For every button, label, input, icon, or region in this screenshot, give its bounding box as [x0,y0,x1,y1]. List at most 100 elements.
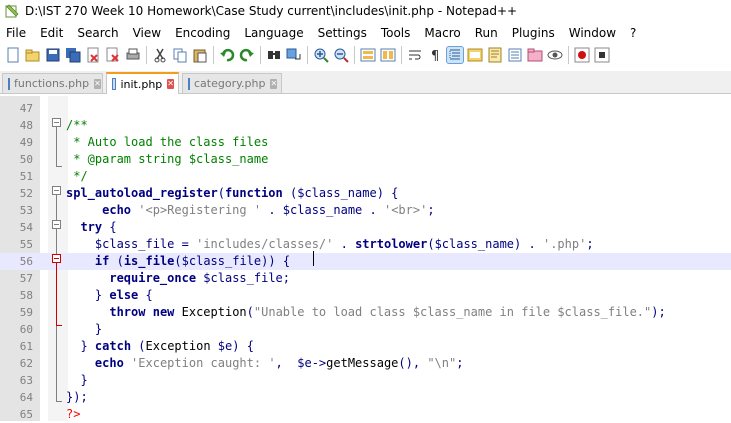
folder-workspace-icon[interactable] [527,47,543,63]
code-line[interactable]: 55 $class_file = 'includes/classes/' . s… [0,236,731,253]
cut-icon[interactable] [152,47,168,63]
code-token: . [340,237,348,251]
close-tab-icon[interactable]: ✕ [270,78,278,89]
monitoring-icon[interactable] [547,47,563,63]
menu-edit[interactable]: Edit [33,26,70,40]
code-token: $class_file [94,237,175,251]
code-line[interactable]: 64}); [0,389,731,406]
code-line[interactable]: 47 [0,100,731,117]
code-line[interactable]: 52 spl_autoload_register(function ($class… [0,185,731,202]
code-line[interactable]: 49 * Auto load the class files [0,134,731,151]
zoom-in-icon[interactable] [313,47,329,63]
close-tab-icon[interactable]: ✕ [167,79,174,89]
print-icon[interactable] [125,47,141,63]
line-number: 61 [19,340,33,353]
line-number: 62 [19,357,33,370]
save-icon[interactable] [45,47,61,63]
code-line[interactable]: 54 try { [0,219,731,236]
code-line[interactable]: 65 ?> [0,406,731,423]
menu-help[interactable]: ? [623,26,643,40]
fold-guide [56,263,57,325]
code-line[interactable]: 56 if (is_file($class_file)) { [0,253,731,270]
language-icon[interactable] [467,47,483,63]
menu-file[interactable]: File [0,26,33,40]
menu-settings[interactable]: Settings [311,26,374,40]
replace-icon[interactable] [286,47,302,63]
close-icon[interactable] [85,47,101,63]
redo-icon[interactable] [239,47,255,63]
tab-init-php[interactable]: init.php ✕ [106,72,179,94]
fold-end [56,325,62,326]
code-line[interactable]: 57 require_once $class_file; [0,270,731,287]
fold-toggle-icon[interactable] [52,254,61,263]
copy-icon[interactable] [172,47,188,63]
menu-run[interactable]: Run [468,26,505,40]
fold-toggle-icon[interactable] [52,118,61,127]
code-token: ( [217,186,225,200]
show-all-chars-icon[interactable]: ¶ [427,47,443,64]
code-editor[interactable]: 47 48/** 49 * Auto load the class files 50 … [0,96,731,421]
menu-view[interactable]: View [126,26,168,40]
toolbar-separator [354,46,355,64]
code-token: ( [246,305,254,319]
record-macro-icon[interactable] [574,47,590,63]
tab-functions-php[interactable]: functions.php ✕ [2,73,103,93]
doc-map-icon[interactable] [487,47,503,63]
close-tab-icon[interactable]: ✕ [94,78,101,89]
code-token: ( [116,254,124,268]
zoom-out-icon[interactable] [333,47,349,63]
code-line[interactable]: 51 */ [0,168,731,185]
code-token: function [224,186,283,200]
code-line[interactable]: 50 * @param string $class_name [0,151,731,168]
fold-toggle-icon[interactable] [52,186,61,195]
menu-window[interactable]: Window [562,26,623,40]
code-token: )) [261,254,276,268]
save-all-icon[interactable] [65,47,81,63]
title-bar: D:\IST 270 Week 10 Homework\Case Study c… [0,0,731,22]
menu-encoding[interactable]: Encoding [168,26,237,40]
code-line[interactable]: 53 echo '<p>Registering ' . $class_name … [0,202,731,219]
line-number: 65 [19,408,33,421]
menu-language[interactable]: Language [237,26,310,40]
code-token: Exception [145,339,218,353]
code-line[interactable]: 63 } [0,372,731,389]
word-wrap-icon[interactable] [407,47,423,63]
function-list-icon[interactable] [507,47,523,63]
tab-category-php[interactable]: category.php ✕ [182,73,282,93]
menu-search[interactable]: Search [70,26,125,40]
line-number: 58 [19,289,33,302]
menu-plugins[interactable]: Plugins [505,26,562,40]
undo-icon[interactable] [219,47,235,63]
code-line[interactable]: 59 throw new Exception("Unable to load c… [0,304,731,321]
menu-tools[interactable]: Tools [374,26,418,40]
code-line[interactable]: 48 /** [0,117,731,134]
menu-macro[interactable]: Macro [417,26,467,40]
code-line[interactable]: 61 } catch (Exception $e) { [0,338,731,355]
code-line[interactable]: 58 } else { [0,287,731,304]
stop-macro-icon[interactable] [594,47,610,63]
indent-guide-icon[interactable] [446,46,464,64]
code-token: $class_file [203,271,283,285]
code-token: '<p>Registering ' [138,203,262,217]
code-line[interactable]: 60 } [0,321,731,338]
close-all-icon[interactable] [105,47,121,63]
find-icon[interactable] [266,47,282,63]
code-token: , [275,356,283,370]
new-file-icon[interactable] [5,47,21,63]
fold-toggle-icon[interactable] [52,220,61,229]
code-line[interactable]: 62 echo 'Exception caught: ', $e->getMes… [0,355,731,372]
sync-vertical-icon[interactable] [360,47,376,63]
code-token: is_file [123,254,175,268]
open-file-icon[interactable] [25,47,41,63]
sync-horizontal-icon[interactable] [380,47,396,63]
paste-icon[interactable] [192,47,208,63]
